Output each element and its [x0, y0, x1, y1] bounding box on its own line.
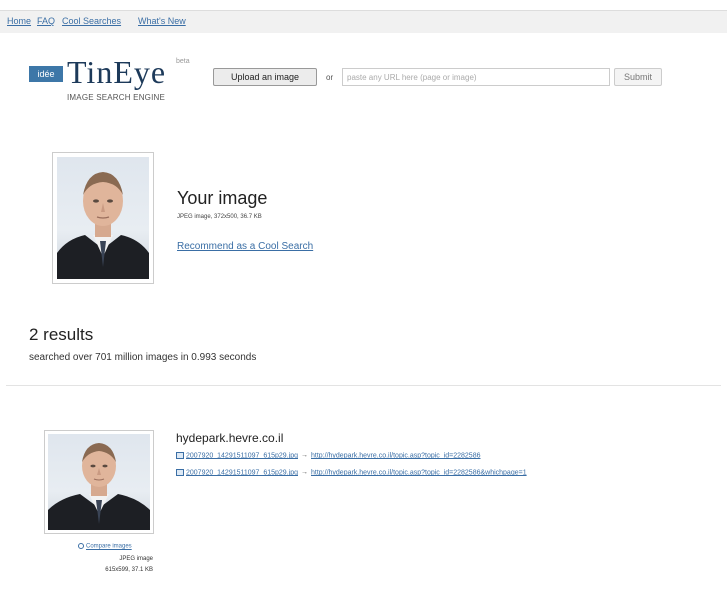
- results-divider: [6, 385, 721, 386]
- nav-cool-searches-link[interactable]: Cool Searches: [62, 16, 121, 26]
- nav-faq-link[interactable]: FAQ: [37, 16, 55, 26]
- match-file-link[interactable]: 2007920_14291511097_615p29.jpg: [186, 469, 298, 476]
- your-image-meta: JPEG image, 372x500, 36.7 KB: [177, 214, 262, 220]
- your-image-frame: [52, 152, 154, 284]
- match-file-link[interactable]: 2007920_14291511097_615p29.jpg: [186, 452, 298, 459]
- your-image-title: Your image: [177, 188, 268, 208]
- nav-home-link[interactable]: Home: [7, 16, 31, 26]
- arrow-icon: →: [301, 469, 308, 477]
- your-image-thumbnail: [57, 157, 149, 279]
- recommend-cool-search-link[interactable]: Recommend as a Cool Search: [177, 241, 313, 252]
- url-input[interactable]: [342, 68, 610, 86]
- result-image-size: 615x599, 37.1 KB: [105, 567, 153, 573]
- result-match-row: 2007920_14291511097_615p29.jpg → http://hy…: [176, 452, 480, 459]
- result-image-type: JPEG image: [119, 556, 153, 562]
- beta-label: beta: [176, 58, 190, 65]
- arrow-icon: →: [301, 452, 308, 460]
- result-image-thumbnail[interactable]: [48, 434, 150, 530]
- result-image-frame[interactable]: [44, 430, 154, 534]
- tineye-logo[interactable]: TinEye: [67, 54, 166, 91]
- results-summary: searched over 701 million images in 0.99…: [29, 352, 257, 363]
- result-domain: hydepark.hevre.co.il: [176, 431, 284, 445]
- upload-image-button[interactable]: Upload an image: [213, 68, 317, 86]
- portrait-image: [57, 172, 149, 279]
- image-file-icon: [176, 469, 184, 476]
- compare-images-link[interactable]: Compare images: [78, 543, 132, 550]
- logo-tagline: IMAGE SEARCH ENGINE: [67, 93, 166, 102]
- submit-button[interactable]: Submit: [614, 68, 662, 86]
- image-file-icon: [176, 452, 184, 459]
- top-nav: Home FAQ Cool Searches What's New: [0, 10, 727, 33]
- result-match-row: 2007920_14291511097_615p29.jpg → http://hy…: [176, 469, 527, 476]
- results-count: 2 results: [29, 325, 94, 344]
- match-page-link[interactable]: http://hydepark.hevre.co.il/topic.asp?to…: [311, 452, 480, 459]
- match-page-link[interactable]: http://hydepark.hevre.co.il/topic.asp?to…: [311, 469, 527, 476]
- result-portrait-image: [48, 443, 150, 530]
- compare-images-label: Compare images: [86, 543, 132, 550]
- magnifier-icon: [78, 543, 84, 549]
- nav-whats-new-link[interactable]: What's New: [138, 16, 186, 26]
- idee-logo-badge[interactable]: idée: [29, 66, 63, 82]
- or-label: or: [326, 73, 334, 82]
